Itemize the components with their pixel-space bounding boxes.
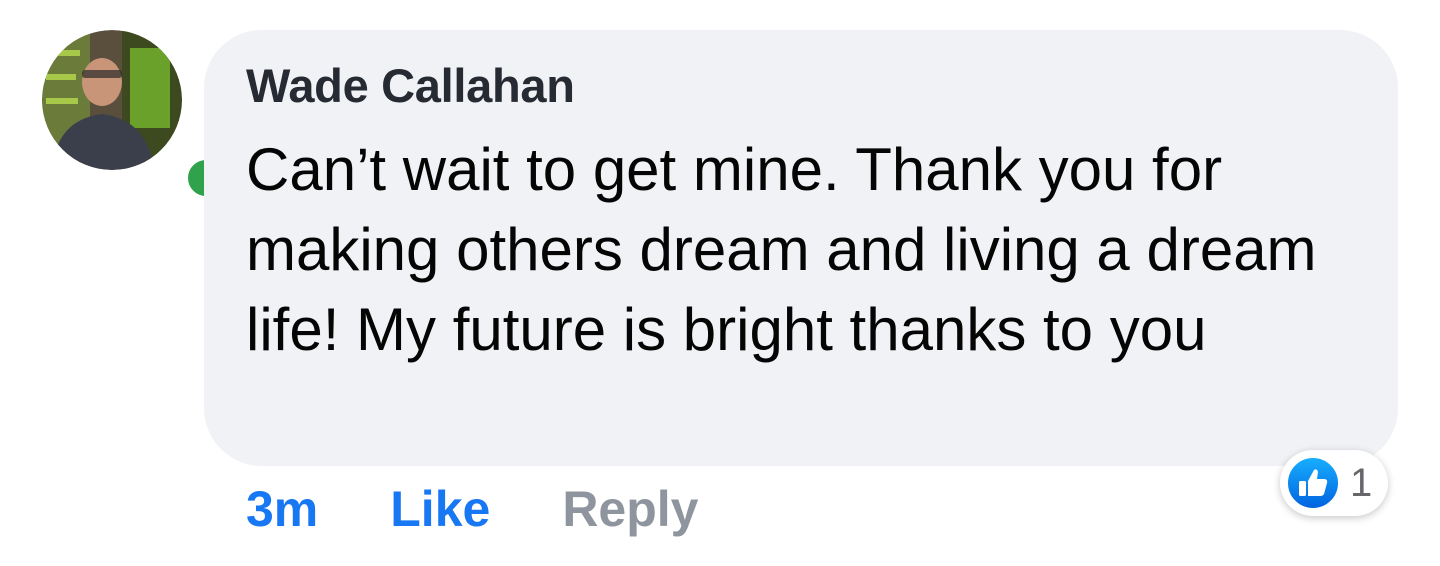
avatar-photo — [42, 30, 182, 170]
thumbs-up-icon — [1286, 456, 1340, 510]
like-button[interactable]: Like — [390, 480, 490, 538]
comment-text: Can’t wait to get mine. Thank you for ma… — [246, 136, 1317, 363]
comment-actions: 3m Like Reply — [246, 476, 699, 542]
comment-timestamp[interactable]: 3m — [246, 480, 318, 538]
reaction-count: 1 — [1350, 460, 1373, 505]
avatar[interactable] — [42, 30, 230, 202]
reply-button[interactable]: Reply — [562, 480, 698, 538]
comment-author-name[interactable]: Wade Callahan — [246, 58, 575, 113]
reaction-summary[interactable]: 1 — [1280, 450, 1388, 516]
